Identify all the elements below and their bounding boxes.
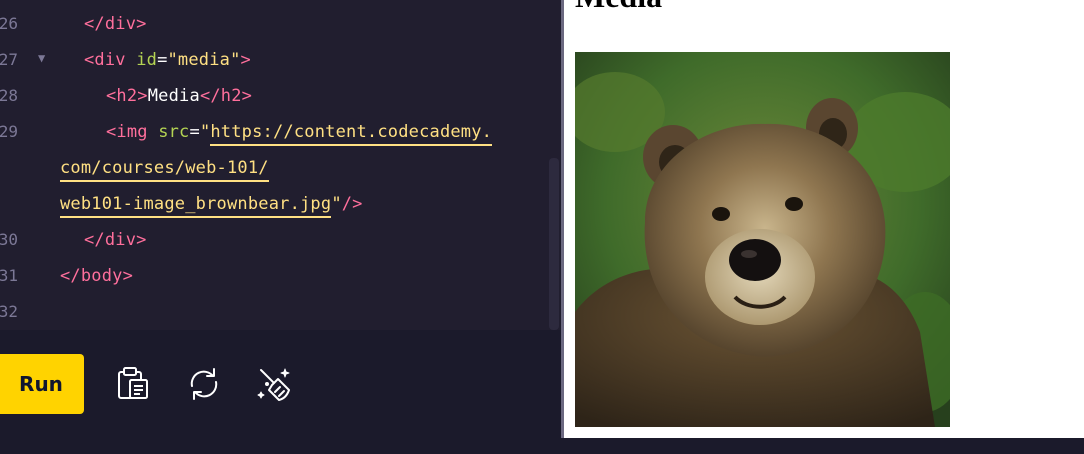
code-text[interactable]: <img src="https://content.codecademy. [106, 122, 493, 146]
code-line[interactable]: web101-image_brownbear.jpg"/> [0, 187, 548, 223]
code-line[interactable]: 30 </div> [0, 223, 548, 259]
token-tag: </div> [84, 14, 147, 34]
editor-scrollbar[interactable] [549, 158, 559, 330]
code-text[interactable]: <h2>Media</h2> [106, 86, 252, 106]
code-line[interactable]: 31 </body> [0, 259, 548, 295]
token-tag: > [240, 50, 251, 70]
line-number: 29 [0, 122, 18, 141]
line-number: 30 [0, 230, 18, 249]
refresh-icon[interactable] [184, 364, 224, 404]
line-number: 26 [0, 14, 18, 33]
token-tag: <h2> [106, 86, 148, 106]
code-line[interactable]: 26 </div> [0, 7, 548, 43]
token-tag: </body> [60, 266, 134, 286]
token-text: Media [147, 86, 200, 106]
token-eq: = [189, 122, 200, 142]
run-button[interactable]: Run [0, 354, 84, 414]
token-eq: = [157, 50, 168, 70]
token-link: com/courses/web-101/ [60, 158, 269, 182]
token-str: " [199, 122, 211, 142]
token-str: " [331, 194, 342, 214]
token-link: web101-image_brownbear.jpg [60, 194, 332, 218]
browser-preview: Media [564, 0, 1084, 438]
bear-image [575, 52, 950, 427]
token-attr: src [158, 122, 190, 142]
code-line[interactable]: 28 <h2>Media</h2> [0, 79, 548, 115]
token-link: https://content.codecademy. [210, 122, 493, 146]
token-tag: <div [84, 50, 137, 70]
preview-heading: Media [575, 0, 662, 15]
token-tag: </div> [84, 230, 147, 250]
code-editor[interactable]: 26 </div> 27 ▼ <div id="media"> 28 <h2>Media</… [0, 0, 561, 330]
code-text[interactable]: </div> [84, 14, 147, 34]
code-line[interactable]: 32 [0, 295, 548, 330]
brown-bear-picture [575, 52, 950, 427]
token-tag: /> [341, 194, 363, 214]
code-text[interactable]: <div id="media"> [84, 50, 251, 70]
token-tag: <img [106, 122, 159, 142]
preview-bottom-strip [561, 438, 1084, 454]
token-str: "media" [167, 50, 241, 70]
code-line[interactable]: 27 ▼ <div id="media"> [0, 43, 548, 79]
code-text[interactable]: </body> [60, 266, 133, 286]
fold-toggle-icon[interactable]: ▼ [38, 51, 45, 65]
token-tag: </h2> [199, 86, 253, 106]
code-text[interactable]: </div> [84, 230, 147, 250]
clipboard-icon[interactable] [113, 364, 153, 404]
magic-broom-icon[interactable] [255, 364, 295, 404]
line-number: 31 [0, 266, 18, 285]
token-attr: id [136, 50, 158, 70]
line-number: 32 [0, 302, 18, 321]
code-text[interactable]: web101-image_brownbear.jpg"/> [60, 194, 363, 218]
editor-toolbar: Run [0, 330, 561, 454]
code-text[interactable]: com/courses/web-101/ [60, 158, 269, 182]
line-number: 27 [0, 50, 18, 69]
code-line[interactable]: 29 <img src="https://content.codecademy. [0, 115, 548, 151]
line-number: 28 [0, 86, 18, 105]
code-line[interactable]: com/courses/web-101/ [0, 151, 548, 187]
